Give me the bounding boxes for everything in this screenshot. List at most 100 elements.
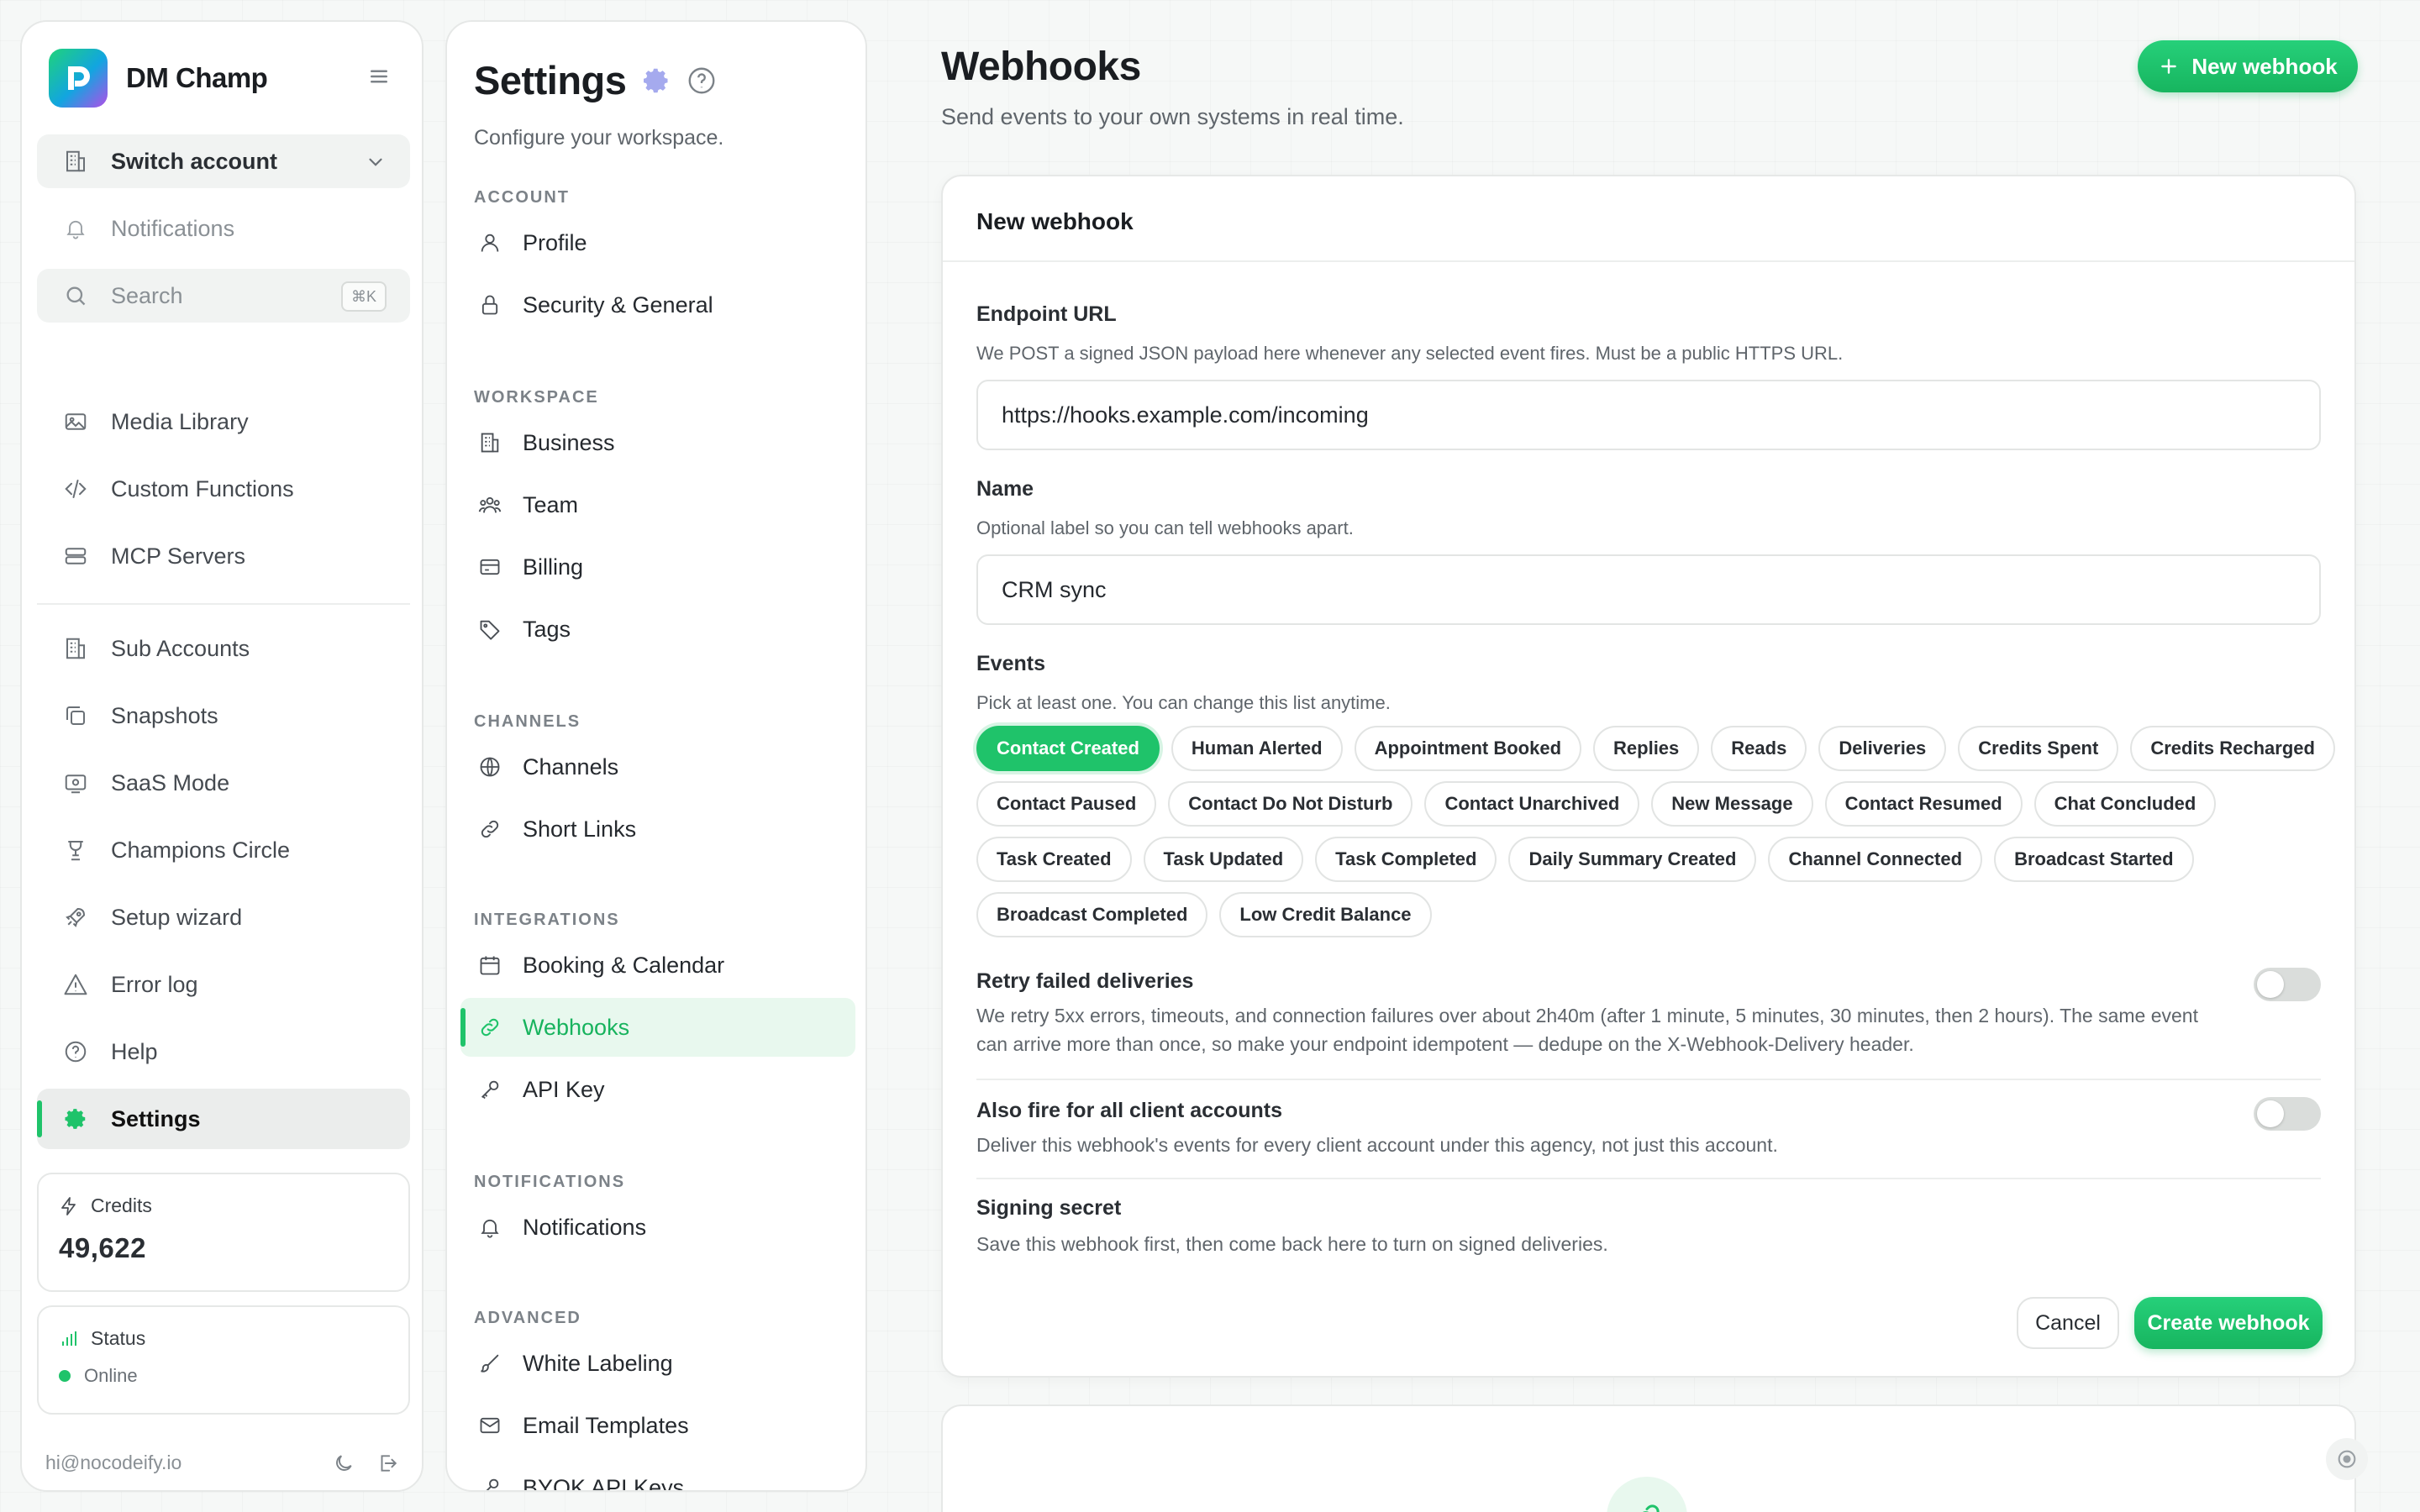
settings-item-notifications[interactable]: Notifications [460, 1198, 855, 1257]
settings-item-profile[interactable]: Profile [460, 213, 855, 272]
settings-item-booking[interactable]: Booking & Calendar [460, 936, 855, 995]
brand-logo-icon [49, 49, 108, 108]
sidebar-item-custom-functions[interactable]: Custom Functions [37, 459, 410, 519]
team-icon [476, 491, 504, 519]
cancel-button[interactable]: Cancel [2017, 1297, 2119, 1349]
sidebar-item-label: Snapshots [111, 702, 218, 728]
section-workspace: WORKSPACE [474, 388, 599, 407]
event-chip-contact-unarchived[interactable]: Contact Unarchived [1424, 781, 1640, 827]
event-chip-reads[interactable]: Reads [1711, 726, 1807, 771]
event-chip-contact-resumed[interactable]: Contact Resumed [1824, 781, 2023, 827]
settings-item-byok[interactable]: BYOK API Keys [460, 1458, 855, 1490]
endpoint-label: Endpoint URL [976, 302, 1117, 326]
sidebar-item-help[interactable]: Help [37, 1021, 410, 1082]
warning-icon [60, 969, 91, 1000]
credits-card: Credits 49,622 [37, 1173, 410, 1292]
sidebar-item-media-library[interactable]: Media Library [37, 391, 410, 452]
image-icon [60, 407, 91, 437]
event-chip-broadcast-completed[interactable]: Broadcast Completed [976, 892, 1208, 937]
switch-account-button[interactable]: Switch account [37, 134, 410, 188]
section-account: ACCOUNT [474, 188, 570, 207]
name-help: Optional label so you can tell webhooks … [976, 517, 1354, 538]
sidebar-item-champions-circle[interactable]: Champions Circle [37, 820, 410, 880]
settings-item-label: Booking & Calendar [523, 952, 725, 978]
link-icon [476, 815, 504, 843]
settings-item-api-key[interactable]: API Key [460, 1060, 855, 1119]
credit-card-icon [476, 553, 504, 581]
endpoint-url-value: https://hooks.example.com/incoming [1002, 402, 1369, 428]
search-input[interactable]: Search ⌘K [37, 269, 410, 323]
settings-item-team[interactable]: Team [460, 475, 855, 534]
settings-item-email-templates[interactable]: Email Templates [460, 1396, 855, 1455]
sidebar-item-snapshots[interactable]: Snapshots [37, 685, 410, 746]
sidebar-item-saas-mode[interactable]: SaaS Mode [37, 753, 410, 813]
event-chip-contact-paused[interactable]: Contact Paused [976, 781, 1157, 827]
event-chip-credits-spent[interactable]: Credits Spent [1958, 726, 2119, 771]
create-webhook-button[interactable]: Create webhook [2134, 1297, 2323, 1349]
settings-item-label: Channels [523, 753, 619, 780]
event-chip-daily-summary-created[interactable]: Daily Summary Created [1508, 837, 1757, 882]
building-icon [60, 146, 91, 176]
target-icon[interactable] [2326, 1438, 2368, 1480]
settings-item-security[interactable]: Security & General [460, 276, 855, 334]
logout-icon[interactable] [376, 1452, 398, 1474]
menu-icon[interactable] [366, 64, 392, 89]
row-divider [976, 1178, 2321, 1179]
moon-icon[interactable] [333, 1452, 355, 1474]
sidebar-notifications[interactable]: Notifications [37, 202, 410, 255]
event-chip-replies[interactable]: Replies [1593, 726, 1700, 771]
name-value: CRM sync [1002, 576, 1107, 602]
sidebar-divider [37, 603, 410, 605]
endpoint-url-input[interactable]: https://hooks.example.com/incoming [976, 380, 2321, 450]
client-accounts-toggle[interactable] [2254, 1097, 2321, 1131]
tag-icon [476, 615, 504, 643]
section-channels: CHANNELS [474, 712, 581, 731]
status-card: Status Online [37, 1305, 410, 1415]
lock-icon [476, 291, 504, 319]
settings-item-label: Profile [523, 229, 587, 255]
event-chip-credits-recharged[interactable]: Credits Recharged [2130, 726, 2335, 771]
new-webhook-button[interactable]: New webhook [2138, 40, 2358, 92]
settings-item-label: API Key [523, 1076, 605, 1102]
gear-icon [641, 66, 671, 96]
settings-item-label: Email Templates [523, 1412, 689, 1438]
sidebar-item-error-log[interactable]: Error log [37, 954, 410, 1015]
mail-icon [476, 1411, 504, 1440]
event-chip-contact-do-not-disturb[interactable]: Contact Do Not Disturb [1168, 781, 1413, 827]
event-chip-channel-connected[interactable]: Channel Connected [1768, 837, 1983, 882]
event-chip-broadcast-started[interactable]: Broadcast Started [1994, 837, 2194, 882]
settings-item-channels[interactable]: Channels [460, 738, 855, 796]
event-chip-new-message[interactable]: New Message [1651, 781, 1813, 827]
sidebar-item-settings[interactable]: Settings [37, 1089, 410, 1149]
settings-item-business[interactable]: Business [460, 413, 855, 472]
sidebar-item-setup-wizard[interactable]: Setup wizard [37, 887, 410, 948]
settings-item-tags[interactable]: Tags [460, 600, 855, 659]
sidebar-item-label: Setup wizard [111, 904, 243, 930]
event-chip-contact-created[interactable]: Contact Created [976, 726, 1160, 771]
settings-item-label: Webhooks [523, 1014, 630, 1040]
form-title: New webhook [976, 208, 1134, 234]
bell-icon [476, 1213, 504, 1242]
sidebar-item-sub-accounts[interactable]: Sub Accounts [37, 618, 410, 679]
event-chip-task-created[interactable]: Task Created [976, 837, 1132, 882]
event-chip-low-credit-balance[interactable]: Low Credit Balance [1219, 892, 1432, 937]
event-row: Task Created Task Updated Task Completed… [976, 837, 2194, 882]
settings-item-white-labeling[interactable]: White Labeling [460, 1334, 855, 1393]
webhooks-list-card [941, 1404, 2356, 1512]
search-shortcut: ⌘K [340, 281, 387, 312]
event-chip-chat-concluded[interactable]: Chat Concluded [2033, 781, 2217, 827]
retry-toggle[interactable] [2254, 968, 2321, 1001]
settings-item-billing[interactable]: Billing [460, 538, 855, 596]
event-chip-task-updated[interactable]: Task Updated [1143, 837, 1304, 882]
event-chip-human-alerted[interactable]: Human Alerted [1171, 726, 1343, 771]
event-chip-task-completed[interactable]: Task Completed [1315, 837, 1497, 882]
event-chip-appointment-booked[interactable]: Appointment Booked [1354, 726, 1582, 771]
sidebar-item-mcp-servers[interactable]: MCP Servers [37, 526, 410, 586]
settings-item-short-links[interactable]: Short Links [460, 800, 855, 858]
settings-item-webhooks[interactable]: Webhooks [460, 998, 855, 1057]
building-icon [60, 633, 91, 664]
help-icon[interactable] [687, 66, 717, 96]
signal-bars-icon [59, 1329, 79, 1349]
event-chip-deliveries[interactable]: Deliveries [1818, 726, 1947, 771]
name-input[interactable]: CRM sync [976, 554, 2321, 625]
